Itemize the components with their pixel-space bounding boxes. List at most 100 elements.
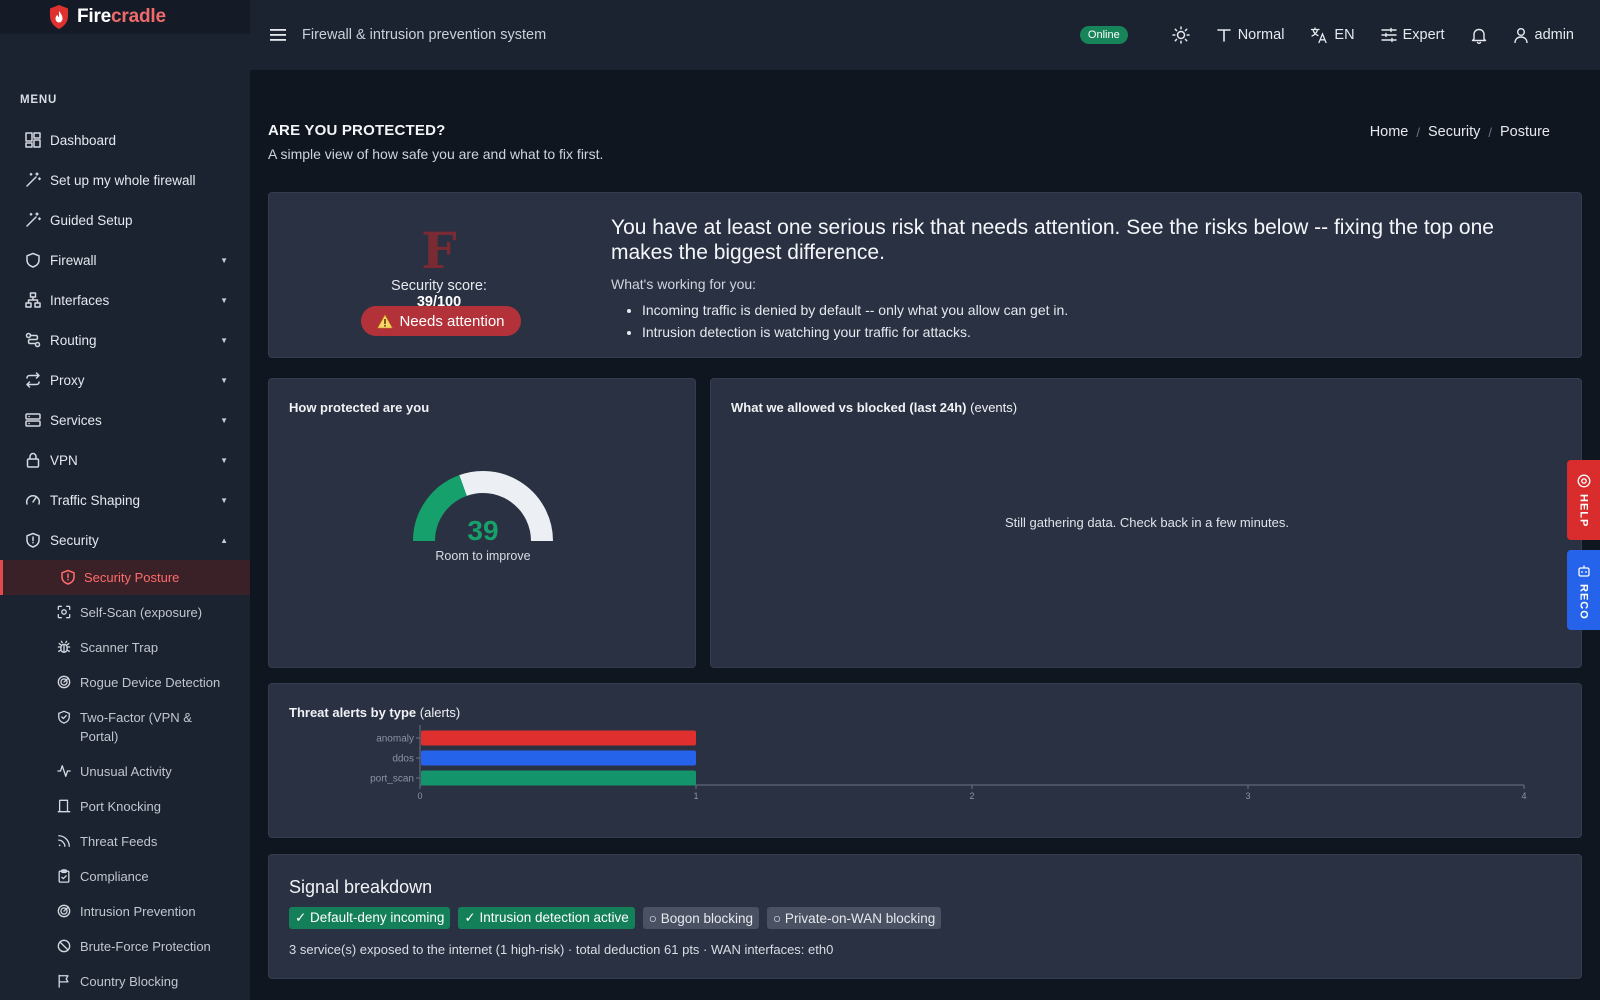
security-submenu: Security Posture Self-Scan (exposure) Scan… xyxy=(0,560,250,1000)
sidebar-item-self-scan-exposure[interactable]: Self-Scan (exposure) xyxy=(0,595,250,630)
ban-icon xyxy=(56,938,72,954)
bell-icon xyxy=(1471,28,1486,44)
recommendations-tab[interactable]: RECO xyxy=(1567,550,1600,630)
signal-title: Signal breakdown xyxy=(289,877,433,897)
sidebar-item-security-posture[interactable]: Security Posture xyxy=(0,560,250,595)
sidebar-item-label: Brute-Force Protection xyxy=(80,939,211,954)
sidebar-item-compliance[interactable]: Compliance xyxy=(0,859,250,894)
card-title: How protected are you xyxy=(289,400,430,415)
score-card: F Security score: 39/100 Needs attention… xyxy=(268,192,1582,358)
breadcrumb-separator: / xyxy=(1488,124,1493,140)
language-button[interactable]: EN xyxy=(1310,26,1355,44)
app-title: Firewall & intrusion prevention system xyxy=(302,27,547,43)
sidebar-item-label: Traffic Shaping xyxy=(50,492,141,508)
sidebar-item-set-up-my-whole-firewall[interactable]: Set up my whole firewall xyxy=(0,160,250,200)
mode-label: Expert xyxy=(1402,27,1445,43)
caret-down-icon: ▼ xyxy=(220,415,228,425)
route-icon xyxy=(24,331,42,349)
sidebar-item-rogue-device-detection[interactable]: Rogue Device Detection xyxy=(0,665,250,700)
warning-icon xyxy=(377,313,394,328)
sidebar-item-port-knocking[interactable]: Port Knocking xyxy=(0,789,250,824)
sidebar: Firecradle MENU Dashboard Set up my whole… xyxy=(0,0,250,1000)
sidebar-item-label: Interfaces xyxy=(50,292,110,308)
sidebar-item-threat-feeds[interactable]: Threat Feeds xyxy=(0,824,250,859)
sidebar-item-intrusion-prevention[interactable]: Intrusion Prevention xyxy=(0,894,250,929)
text-size-icon xyxy=(1216,29,1231,42)
breadcrumb-home[interactable]: Home xyxy=(1370,124,1409,140)
list-item: Intrusion detection is watching your tra… xyxy=(642,321,1068,343)
working-label: What's working for you: xyxy=(611,276,757,292)
sidebar-item-dashboard[interactable]: Dashboard xyxy=(0,120,250,160)
signal-summary: 3 service(s) exposed to the internet (1 … xyxy=(289,942,834,957)
magic-wand-icon xyxy=(24,211,42,229)
user-name: admin xyxy=(1534,27,1575,43)
text-size-button[interactable]: Normal xyxy=(1216,27,1284,43)
sidebar-item-label: Proxy xyxy=(50,372,85,388)
gauge-label: Room to improve xyxy=(435,549,531,563)
sidebar-item-two-factor-vpn-portal[interactable]: Two-Factor (VPN & Portal) xyxy=(0,700,250,754)
sidebar-nav: Dashboard Set up my whole firewall Guided … xyxy=(0,120,250,1000)
x-tick-label: 2 xyxy=(969,791,974,801)
notifications-button[interactable] xyxy=(1471,27,1487,44)
mode-button[interactable]: Expert xyxy=(1380,27,1445,43)
signal-tags: ✓ Default-deny incoming ✓ Intrusion detec… xyxy=(289,907,942,929)
sidebar-item-unusual-activity[interactable]: Unusual Activity xyxy=(0,754,250,789)
protection-gauge-card: How protected are you 39 Room to improve xyxy=(268,378,696,668)
brand[interactable]: Firecradle xyxy=(0,0,250,34)
shield-alert-icon xyxy=(24,531,42,549)
sidebar-item-label: VPN xyxy=(50,452,78,468)
protection-gauge: 39 Room to improve xyxy=(409,467,557,567)
theme-toggle-button[interactable] xyxy=(1171,26,1190,44)
working-list: Incoming traffic is denied by default --… xyxy=(642,299,1068,343)
signal-tag: ○ Bogon blocking xyxy=(642,907,760,929)
sidebar-item-label: Intrusion Prevention xyxy=(80,904,196,919)
sidebar-item-label: Unusual Activity xyxy=(80,764,172,779)
sidebar-item-routing[interactable]: Routing ▼ xyxy=(0,320,250,360)
signal-breakdown-card: Signal breakdown ✓ Default-deny incoming… xyxy=(268,854,1582,979)
sidebar-item-interfaces[interactable]: Interfaces ▼ xyxy=(0,280,250,320)
sidebar-item-traffic-shaping[interactable]: Traffic Shaping ▼ xyxy=(0,480,250,520)
bar-port_scan xyxy=(421,770,696,786)
threat-alerts-card: Threat alerts by type (alerts) 0 1 2 3 4 anom… xyxy=(268,683,1582,838)
language-label: EN xyxy=(1334,27,1355,43)
y-tick-label: anomaly xyxy=(376,734,414,745)
signal-tag: ○ Private-on-WAN blocking xyxy=(767,907,942,929)
user-menu-button[interactable]: admin xyxy=(1513,27,1575,44)
sun-icon xyxy=(1171,26,1190,44)
sidebar-item-label: Two-Factor (VPN & Portal) xyxy=(80,710,192,744)
page-title: ARE YOU PROTECTED? xyxy=(268,122,446,139)
breadcrumb-security[interactable]: Security xyxy=(1428,124,1480,140)
sidebar-item-label: Guided Setup xyxy=(50,212,133,228)
rss-icon xyxy=(56,833,72,849)
sidebar-item-security[interactable]: Security ▲ xyxy=(0,520,250,560)
sidebar-item-label: Dashboard xyxy=(50,132,117,148)
status-badge: Online xyxy=(1079,26,1128,44)
sidebar-item-vpn[interactable]: VPN ▼ xyxy=(0,440,250,480)
help-tab[interactable]: HELP xyxy=(1567,460,1600,540)
breadcrumb-separator: / xyxy=(1416,124,1420,140)
translate-icon xyxy=(1311,27,1328,44)
sidebar-item-firewall[interactable]: Firewall ▼ xyxy=(0,240,250,280)
page-subtitle: A simple view of how safe you are and wh… xyxy=(268,146,604,162)
needs-attention-button[interactable]: Needs attention xyxy=(361,306,521,336)
x-tick-label: 3 xyxy=(1245,791,1250,801)
sidebar-item-label: Services xyxy=(50,412,102,428)
sidebar-item-country-blocking[interactable]: Country Blocking xyxy=(0,964,250,999)
sidebar-item-label: Country Blocking xyxy=(80,974,179,989)
y-tick-label: port_scan xyxy=(370,774,414,785)
sidebar-item-brute-force-protection[interactable]: Brute-Force Protection xyxy=(0,929,250,964)
menu-toggle-button[interactable] xyxy=(268,25,288,45)
clipboard-icon xyxy=(56,868,72,884)
sidebar-item-proxy[interactable]: Proxy ▼ xyxy=(0,360,250,400)
breadcrumb-posture: Posture xyxy=(1500,124,1550,140)
shield-alert-icon xyxy=(60,569,76,585)
sidebar-item-label: Security xyxy=(50,532,99,548)
bar-ddos xyxy=(421,750,696,766)
sidebar-item-guided-setup[interactable]: Guided Setup xyxy=(0,200,250,240)
caret-down-icon: ▼ xyxy=(220,495,228,505)
risk-headline: You have at least one serious risk that … xyxy=(611,216,1494,264)
sidebar-item-services[interactable]: Services ▼ xyxy=(0,400,250,440)
sidebar-item-label: Threat Feeds xyxy=(80,834,158,849)
caret-down-icon: ▼ xyxy=(220,335,228,345)
sidebar-item-scanner-trap[interactable]: Scanner Trap xyxy=(0,630,250,665)
